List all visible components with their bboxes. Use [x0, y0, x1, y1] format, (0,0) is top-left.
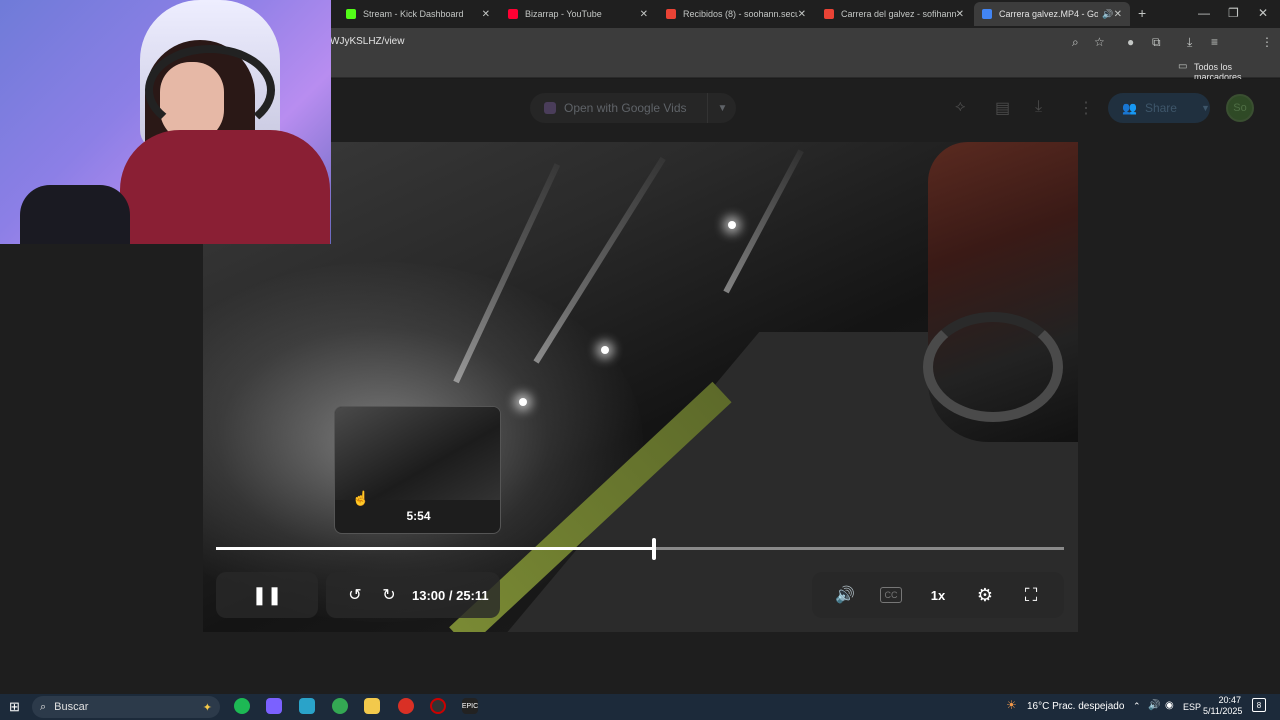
- search-placeholder: Buscar: [54, 701, 89, 713]
- kart-wheel: [923, 312, 1063, 422]
- people-icon: 👥: [1122, 101, 1137, 115]
- notification-badge[interactable]: 8: [1252, 698, 1266, 712]
- vids-icon: [544, 102, 556, 114]
- system-clock[interactable]: 20:47 5/11/2025: [1203, 695, 1243, 717]
- app-icon[interactable]: [299, 698, 315, 714]
- youtube-icon: [508, 9, 518, 19]
- extensions-puzzle-icon[interactable]: ⧉: [1152, 36, 1161, 48]
- input-language[interactable]: ESP: [1183, 702, 1201, 712]
- clock-time: 20:47: [1218, 695, 1241, 705]
- preview-time: 5:54: [406, 509, 431, 523]
- tab-drive-video[interactable]: Carrera galvez.MP4 - Goog 🔊 ✕: [974, 2, 1130, 26]
- download-icon[interactable]: ⤓: [1035, 98, 1042, 116]
- kick-icon: [346, 9, 356, 19]
- copilot-sparkle-icon: ✦: [202, 701, 212, 714]
- share-label: Share: [1144, 101, 1177, 115]
- rewind-10-icon[interactable]: ↺: [343, 585, 367, 605]
- zoom-icon[interactable]: ⌕: [1072, 36, 1079, 48]
- playback-speed-button[interactable]: 1x: [926, 585, 950, 605]
- tab-label: Carrera galvez.MP4 - Goog: [999, 9, 1099, 19]
- download-icon[interactable]: ⤓: [1187, 36, 1192, 48]
- copilot-icon[interactable]: [266, 698, 282, 714]
- pause-icon[interactable]: ❚❚: [252, 585, 282, 605]
- divider: [706, 93, 708, 123]
- spotify-icon[interactable]: [234, 698, 250, 714]
- fullscreen-icon[interactable]: ⛶: [1019, 585, 1043, 605]
- progress-bar[interactable]: [216, 538, 1064, 560]
- folder-icon: ▭: [1178, 61, 1188, 72]
- speaker-icon[interactable]: 🔊: [1148, 700, 1160, 711]
- floodlight: [519, 398, 527, 406]
- weather-icon: ☀: [1006, 698, 1017, 712]
- window-close-icon[interactable]: ✕: [1258, 7, 1268, 19]
- search-icon: ⌕: [40, 700, 47, 713]
- video-frame[interactable]: [203, 142, 1078, 632]
- close-icon[interactable]: ✕: [640, 9, 648, 20]
- tab-youtube[interactable]: Bizarrap - YouTube ✕: [500, 2, 656, 26]
- tab-gmail-inbox[interactable]: Recibidos (8) - soohann.secund ✕: [658, 2, 814, 26]
- headset-icon: [145, 45, 275, 135]
- chevron-down-icon[interactable]: ▼: [718, 103, 728, 114]
- progress-fill: [216, 547, 654, 550]
- bookmark-star-icon[interactable]: ☆: [1094, 36, 1105, 48]
- audio-playing-icon[interactable]: 🔊: [1102, 9, 1113, 20]
- hand-cursor-icon: ☝: [352, 490, 370, 506]
- light-beam: [533, 156, 666, 364]
- new-tab-icon[interactable]: +: [1138, 6, 1146, 20]
- open-with-button[interactable]: Open with Google Vids ▼: [530, 93, 736, 123]
- close-icon[interactable]: ✕: [798, 9, 806, 20]
- close-icon[interactable]: ✕: [956, 9, 964, 20]
- webcam-overlay: [0, 0, 331, 244]
- drive-icon: [982, 9, 992, 19]
- close-icon[interactable]: ✕: [482, 9, 490, 20]
- floodlight: [601, 346, 609, 354]
- gmail-icon: [666, 9, 676, 19]
- streamer-sweater: [120, 130, 330, 244]
- tab-kick-dashboard[interactable]: Stream - Kick Dashboard ✕: [338, 2, 498, 26]
- tab-label: Bizarrap - YouTube: [525, 9, 602, 19]
- seek-preview: 5:54: [334, 406, 501, 534]
- media-control-icon[interactable]: ≡: [1211, 36, 1218, 48]
- comment-icon[interactable]: ▤: [995, 98, 1010, 118]
- windows-start-icon[interactable]: ⊞: [9, 700, 20, 713]
- tab-gmail-carrera[interactable]: Carrera del galvez - sofihannse ✕: [816, 2, 972, 26]
- preview-thumbnail: [335, 407, 500, 500]
- open-with-label: Open with Google Vids: [564, 101, 687, 115]
- more-options-icon[interactable]: ⋮: [1078, 98, 1094, 118]
- file-explorer-icon[interactable]: [364, 698, 380, 714]
- floodlight: [728, 221, 736, 229]
- obs-icon[interactable]: [430, 698, 446, 714]
- settings-gear-icon[interactable]: ⚙: [973, 585, 997, 605]
- network-icon[interactable]: ◉: [1165, 700, 1174, 711]
- desk-objects: [20, 185, 130, 244]
- volume-icon[interactable]: 🔊: [833, 585, 857, 605]
- forward-10-icon[interactable]: ↻: [377, 585, 401, 605]
- chrome-icon[interactable]: [332, 698, 348, 714]
- time-display: 13:00 / 25:11: [412, 588, 489, 603]
- chevron-up-icon[interactable]: ⌃: [1133, 701, 1141, 712]
- chevron-down-icon[interactable]: ▼: [1201, 103, 1210, 113]
- epic-games-icon[interactable]: EPIC: [462, 698, 478, 714]
- gmail-icon: [824, 9, 834, 19]
- chrome-profile-icon[interactable]: [398, 698, 414, 714]
- captions-icon[interactable]: CC: [880, 587, 902, 603]
- account-avatar[interactable]: So: [1226, 94, 1254, 122]
- clock-date: 5/11/2025: [1203, 706, 1243, 716]
- light-beam: [723, 149, 804, 294]
- extension-icon[interactable]: ●: [1127, 36, 1134, 48]
- weather-text[interactable]: 16°C Prac. despejado: [1027, 701, 1124, 712]
- minimize-icon[interactable]: —: [1198, 7, 1210, 19]
- add-shortcut-icon[interactable]: ⟡: [955, 98, 966, 116]
- share-button[interactable]: 👥 Share ▼: [1108, 93, 1210, 123]
- menu-kebab-icon[interactable]: ⋮: [1261, 36, 1273, 48]
- tab-label: Carrera del galvez - sofihannse: [841, 9, 956, 19]
- tab-label: Recibidos (8) - soohann.secund: [683, 9, 798, 19]
- tab-label: Stream - Kick Dashboard: [363, 9, 464, 19]
- taskbar-search[interactable]: ⌕ Buscar ✦: [32, 696, 220, 718]
- address-bar[interactable]: WJyKSLHZ/view: [330, 36, 404, 47]
- restore-icon[interactable]: ❐: [1228, 7, 1239, 19]
- close-icon[interactable]: ✕: [1114, 9, 1122, 20]
- scrubber-handle[interactable]: [651, 538, 656, 560]
